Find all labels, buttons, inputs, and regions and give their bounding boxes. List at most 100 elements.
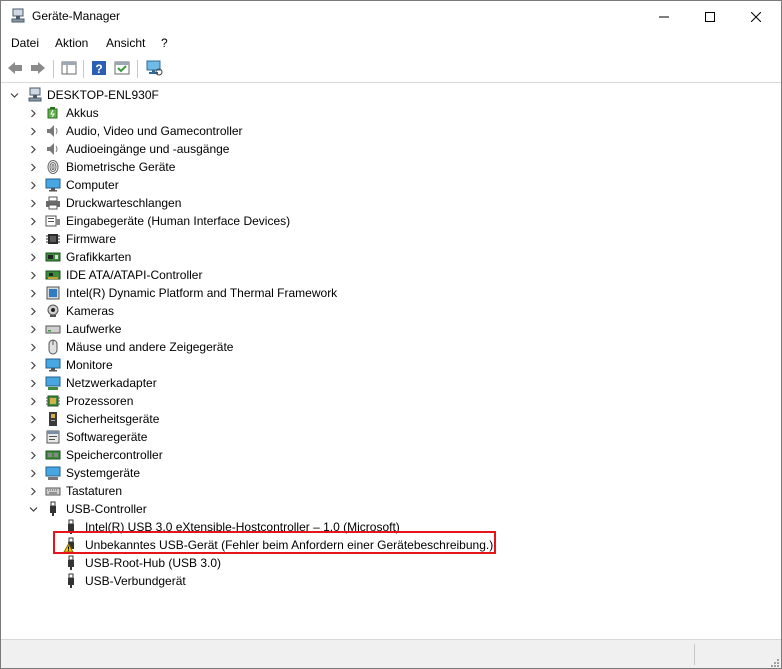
tree-usb-device-item[interactable]: USB-Verbundgerät bbox=[1, 572, 761, 590]
monitor-icon bbox=[45, 358, 61, 372]
scan-hardware-button[interactable] bbox=[144, 58, 164, 78]
minimize-button[interactable] bbox=[641, 1, 687, 32]
chevron-right-icon[interactable] bbox=[28, 302, 38, 320]
tree-category-item[interactable]: Grafikkarten bbox=[1, 248, 761, 266]
chevron-right-icon[interactable] bbox=[28, 194, 38, 212]
tree-category-item[interactable]: Monitore bbox=[1, 356, 761, 374]
tree-category-item[interactable]: Audio, Video und Gamecontroller bbox=[1, 122, 761, 140]
chevron-right-icon[interactable] bbox=[28, 428, 38, 446]
tree-usb-device-item[interactable]: USB-Root-Hub (USB 3.0) bbox=[1, 554, 761, 572]
tree-item-label: USB-Verbundgerät bbox=[85, 574, 186, 588]
tree-item-label: Grafikkarten bbox=[66, 250, 132, 264]
chevron-right-icon[interactable] bbox=[28, 446, 38, 464]
chevron-right-icon[interactable] bbox=[28, 392, 38, 410]
chevron-right-icon[interactable] bbox=[28, 212, 38, 230]
tree-category-item[interactable]: Mäuse und andere Zeigegeräte bbox=[1, 338, 761, 356]
tree-item-label: Sicherheitsgeräte bbox=[66, 412, 160, 426]
chevron-right-icon[interactable] bbox=[28, 104, 38, 122]
maximize-icon bbox=[705, 11, 715, 22]
chevron-down-icon[interactable] bbox=[28, 500, 38, 518]
cpu-icon bbox=[46, 395, 60, 407]
tree-category-item[interactable]: Computer bbox=[1, 176, 761, 194]
tree-category-item[interactable]: Kameras bbox=[1, 302, 761, 320]
svg-text:?: ? bbox=[95, 62, 102, 76]
tree-category-item[interactable]: IDE ATA/ATAPI-Controller bbox=[1, 266, 761, 284]
chevron-right-icon[interactable] bbox=[28, 266, 38, 284]
tree-item-label: Netzwerkadapter bbox=[66, 376, 157, 390]
tree-category-item[interactable]: Biometrische Geräte bbox=[1, 158, 761, 176]
tree-category-item[interactable]: Softwaregeräte bbox=[1, 428, 761, 446]
mouse-icon bbox=[48, 339, 58, 355]
tree-item-label: Tastaturen bbox=[66, 484, 123, 498]
chevron-right-icon[interactable] bbox=[28, 122, 38, 140]
menu-view[interactable]: Ansicht bbox=[106, 36, 145, 50]
back-button[interactable] bbox=[5, 58, 25, 78]
chevron-right-icon[interactable] bbox=[28, 464, 38, 482]
tree-item-label: Systemgeräte bbox=[66, 466, 141, 480]
device-tree[interactable]: DESKTOP-ENL930F Akkus Audio, Video und Gam… bbox=[1, 83, 781, 639]
menu-help[interactable]: ? bbox=[161, 36, 168, 50]
security-icon bbox=[49, 412, 57, 426]
tree-root-item[interactable]: DESKTOP-ENL930F bbox=[1, 86, 761, 104]
close-button[interactable] bbox=[733, 1, 779, 32]
tree-item-label: Laufwerke bbox=[66, 322, 122, 336]
printer-icon bbox=[46, 196, 60, 210]
chevron-right-icon[interactable] bbox=[28, 230, 38, 248]
tree-category-item[interactable]: Netzwerkadapter bbox=[1, 374, 761, 392]
tree-category-item[interactable]: Akkus bbox=[1, 104, 761, 122]
tree-category-item[interactable]: Firmware bbox=[1, 230, 761, 248]
usb-plug-icon bbox=[68, 555, 74, 570]
chevron-right-icon[interactable] bbox=[28, 284, 38, 302]
tree-item-label: Kameras bbox=[66, 304, 115, 318]
keyboard-icon bbox=[45, 487, 61, 496]
gpu-icon bbox=[45, 252, 61, 262]
tree-category-item[interactable]: Eingabegeräte (Human Interface Devices) bbox=[1, 212, 761, 230]
hid-icon bbox=[45, 215, 60, 227]
device-manager-app-icon bbox=[11, 8, 25, 23]
chevron-right-icon[interactable] bbox=[28, 140, 38, 158]
chevron-right-icon[interactable] bbox=[28, 320, 38, 338]
tree-category-item[interactable]: Systemgeräte bbox=[1, 464, 761, 482]
toolbar-separator bbox=[53, 60, 54, 78]
system-icon bbox=[45, 466, 61, 480]
chevron-right-icon[interactable] bbox=[28, 482, 38, 500]
chevron-right-icon[interactable] bbox=[28, 176, 38, 194]
console-tree-icon bbox=[61, 61, 77, 75]
computer-root-icon bbox=[28, 87, 42, 102]
tree-category-item[interactable]: Laufwerke bbox=[1, 320, 761, 338]
resize-grip-icon[interactable] bbox=[769, 657, 779, 667]
chevron-right-icon[interactable] bbox=[28, 338, 38, 356]
tree-category-usb-controller[interactable]: USB-Controller bbox=[1, 500, 761, 518]
toolbar-separator bbox=[137, 60, 138, 78]
tree-category-item[interactable]: Prozessoren bbox=[1, 392, 761, 410]
toolbar: ? bbox=[1, 54, 781, 83]
chevron-down-icon[interactable] bbox=[9, 86, 19, 104]
properties-icon bbox=[114, 61, 130, 75]
chevron-right-icon[interactable] bbox=[28, 410, 38, 428]
tree-category-item[interactable]: Intel(R) Dynamic Platform and Thermal Fr… bbox=[1, 284, 761, 302]
back-arrow-icon bbox=[8, 62, 22, 74]
tree-item-label: Audioeingänge und -ausgänge bbox=[66, 142, 230, 156]
tree-item-label: Speichercontroller bbox=[66, 448, 163, 462]
fingerprint-icon bbox=[47, 160, 59, 174]
chevron-right-icon[interactable] bbox=[28, 356, 38, 374]
menu-action[interactable]: Aktion bbox=[55, 36, 88, 50]
tree-item-label: Mäuse und andere Zeigegeräte bbox=[66, 340, 234, 354]
tree-category-item[interactable]: Tastaturen bbox=[1, 482, 761, 500]
chevron-right-icon[interactable] bbox=[28, 158, 38, 176]
help-button[interactable]: ? bbox=[89, 58, 109, 78]
title-bar[interactable]: Geräte-Manager bbox=[1, 1, 781, 32]
tree-category-item[interactable]: Sicherheitsgeräte bbox=[1, 410, 761, 428]
menu-file[interactable]: Datei bbox=[11, 36, 39, 50]
maximize-button[interactable] bbox=[687, 1, 733, 32]
chevron-right-icon[interactable] bbox=[28, 374, 38, 392]
tree-item-label: Intel(R) Dynamic Platform and Thermal Fr… bbox=[66, 286, 338, 300]
forward-button[interactable] bbox=[28, 58, 48, 78]
show-hide-console-tree-button[interactable] bbox=[59, 58, 79, 78]
tree-category-item[interactable]: Speichercontroller bbox=[1, 446, 761, 464]
chevron-right-icon[interactable] bbox=[28, 248, 38, 266]
tree-category-item[interactable]: Druckwarteschlangen bbox=[1, 194, 761, 212]
properties-button[interactable] bbox=[112, 58, 132, 78]
tree-category-item[interactable]: Audioeingänge und -ausgänge bbox=[1, 140, 761, 158]
tree-item-label: Akkus bbox=[66, 106, 99, 120]
